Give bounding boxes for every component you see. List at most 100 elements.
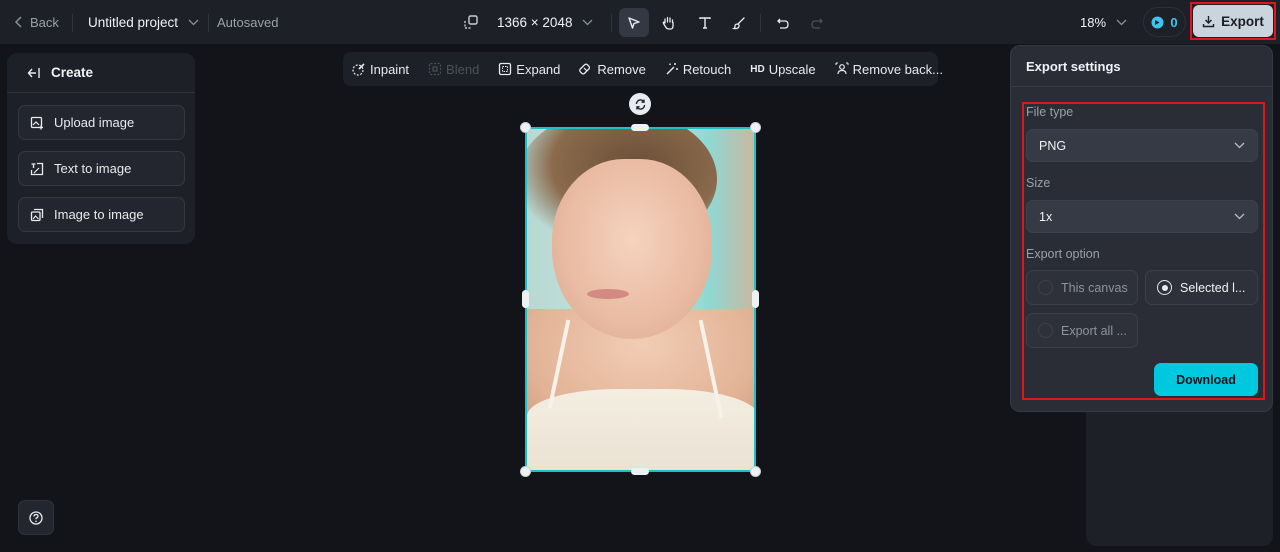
image-to-image-label: Image to image	[54, 207, 144, 222]
project-name-dropdown[interactable]: Untitled project	[88, 0, 199, 44]
create-panel: Create Upload image Text to image Image …	[7, 53, 195, 244]
brush-tool-button[interactable]	[724, 8, 754, 37]
chevron-down-icon	[188, 19, 199, 26]
upload-image-button[interactable]: Upload image	[18, 105, 185, 140]
undo-button[interactable]	[768, 8, 798, 37]
resize-handle-top[interactable]	[631, 124, 649, 131]
file-type-select[interactable]: PNG	[1026, 129, 1258, 162]
cursor-arrow-icon	[627, 16, 641, 30]
help-icon	[29, 510, 43, 525]
undo-icon	[776, 16, 790, 30]
canvas-size-dropdown[interactable]: 1366 × 2048	[497, 0, 593, 44]
upscale-label: Upscale	[768, 61, 816, 77]
photo-top	[527, 389, 754, 470]
retouch-button[interactable]: Retouch	[665, 62, 731, 77]
divider	[611, 14, 612, 32]
collapse-left-icon	[27, 67, 41, 79]
photo-face	[552, 159, 712, 339]
credits-count: 0	[1170, 14, 1178, 30]
option-export-all[interactable]: Export all ...	[1026, 313, 1138, 348]
upscale-button[interactable]: HD Upscale	[750, 62, 815, 77]
download-button[interactable]: Download	[1154, 363, 1258, 396]
resize-handle-right[interactable]	[752, 290, 759, 308]
hand-icon	[661, 15, 676, 30]
image-edit-toolbar: Inpaint Blend Expand Remove Retouch HD U…	[343, 52, 943, 86]
resize-handle-bottom[interactable]	[631, 468, 649, 475]
size-select[interactable]: 1x	[1026, 200, 1258, 233]
inpaint-icon	[352, 62, 366, 76]
top-bar: Back Untitled project Autosaved 1366 × 2…	[0, 0, 1280, 44]
text-to-image-icon	[30, 162, 44, 176]
rotate-handle[interactable]	[629, 93, 651, 115]
resize-icon	[463, 14, 479, 30]
redo-button[interactable]	[802, 8, 832, 37]
file-type-value: PNG	[1039, 138, 1067, 153]
divider	[760, 14, 761, 32]
inpaint-label: Inpaint	[370, 61, 410, 77]
image-to-image-button[interactable]: Image to image	[18, 197, 185, 232]
blend-label: Blend	[446, 61, 480, 77]
text-to-image-button[interactable]: Text to image	[18, 151, 185, 186]
selected-image-layer[interactable]	[525, 127, 756, 472]
chevron-down-icon	[582, 19, 593, 26]
text-icon	[698, 16, 712, 30]
remove-background-icon	[835, 62, 849, 76]
export-button[interactable]: Export	[1193, 5, 1273, 37]
credits-icon	[1151, 16, 1164, 29]
upload-image-label: Upload image	[54, 115, 135, 130]
inpaint-button[interactable]: Inpaint	[352, 62, 409, 77]
blend-button[interactable]: Blend	[428, 62, 479, 77]
zoom-dropdown[interactable]: 18%	[1080, 0, 1127, 44]
help-button[interactable]	[18, 500, 54, 535]
layers-panel	[1086, 400, 1273, 546]
upload-image-icon	[30, 116, 44, 130]
resize-handle-top-right[interactable]	[750, 122, 761, 133]
radio-selected-icon	[1157, 280, 1172, 295]
select-tool-button[interactable]	[619, 8, 649, 37]
remove-background-button[interactable]: Remove back...	[835, 62, 943, 77]
save-status: Autosaved	[217, 14, 279, 30]
option-export-all-label: Export all ...	[1061, 323, 1127, 338]
canvas-dimensions: 1366 × 2048	[497, 14, 573, 30]
option-selected-layers-label: Selected l...	[1180, 280, 1246, 295]
expand-icon	[498, 62, 512, 76]
size-label: Size	[1026, 176, 1051, 190]
export-label: Export	[1221, 13, 1264, 29]
text-to-image-label: Text to image	[54, 161, 132, 176]
expand-label: Expand	[516, 61, 561, 77]
create-panel-header[interactable]: Create	[7, 53, 195, 93]
export-settings-title: Export settings	[1011, 46, 1272, 87]
redo-icon	[810, 16, 824, 30]
resize-handle-bottom-left[interactable]	[520, 466, 531, 477]
resize-handle-top-left[interactable]	[520, 122, 531, 133]
text-tool-button[interactable]	[690, 8, 720, 37]
size-value: 1x	[1039, 209, 1053, 224]
expand-button[interactable]: Expand	[498, 62, 560, 77]
chevron-left-icon	[14, 16, 24, 28]
resize-canvas-button[interactable]	[463, 0, 479, 44]
divider	[72, 14, 73, 32]
chevron-down-icon	[1116, 19, 1127, 26]
project-name: Untitled project	[88, 14, 179, 30]
radio-unselected-icon	[1038, 323, 1053, 338]
radio-unselected-icon	[1038, 280, 1053, 295]
export-option-label: Export option	[1026, 247, 1100, 261]
back-label: Back	[30, 14, 59, 30]
zoom-level: 18%	[1080, 14, 1107, 30]
portrait-photo	[527, 129, 754, 470]
rotate-icon	[634, 98, 647, 111]
back-button[interactable]: Back	[14, 0, 59, 44]
chevron-down-icon	[1234, 142, 1245, 149]
brush-icon	[732, 16, 746, 30]
credits-button[interactable]: 0	[1143, 7, 1186, 37]
option-this-canvas[interactable]: This canvas	[1026, 270, 1138, 305]
resize-handle-bottom-right[interactable]	[750, 466, 761, 477]
blend-icon	[428, 62, 442, 76]
chevron-down-icon	[1234, 213, 1245, 220]
download-icon	[1202, 15, 1215, 28]
option-selected-layers[interactable]: Selected l...	[1145, 270, 1258, 305]
resize-handle-left[interactable]	[522, 290, 529, 308]
hand-tool-button[interactable]	[653, 8, 683, 37]
remove-button[interactable]: Remove	[579, 62, 646, 77]
hd-icon: HD	[750, 63, 765, 75]
